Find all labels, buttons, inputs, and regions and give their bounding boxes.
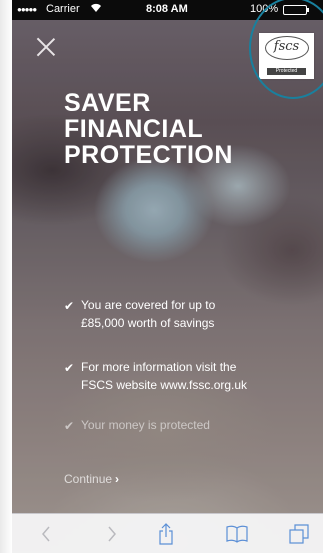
page-title: SAVER FINANCIAL PROTECTION — [64, 90, 314, 168]
share-icon[interactable] — [152, 520, 180, 548]
carrier-name: Carrier — [46, 3, 80, 15]
title-line-3: PROTECTION — [64, 141, 233, 169]
bullet-protected-line-1: Your money is protected — [81, 418, 210, 432]
continue-label: Continue — [64, 472, 113, 486]
checkmark-icon: ✔ — [64, 419, 75, 433]
bookmarks-icon[interactable] — [222, 520, 252, 548]
browser-toolbar — [12, 513, 323, 553]
forward-icon[interactable] — [98, 520, 126, 548]
title-line-2: FINANCIAL — [64, 115, 204, 143]
bullet-coverage-line-2: £85,000 worth of savings — [81, 316, 215, 330]
chevron-right-icon: › — [115, 472, 120, 486]
checkmark-icon: ✔ — [64, 299, 75, 313]
title-line-1: SAVER — [64, 89, 151, 117]
close-button[interactable] — [36, 37, 56, 57]
tabs-icon[interactable] — [284, 520, 314, 548]
status-time: 8:08 AM — [146, 3, 188, 15]
checkmark-icon: ✔ — [64, 361, 75, 375]
back-icon[interactable] — [32, 520, 60, 548]
wifi-icon — [90, 2, 102, 16]
device-frame-edge — [0, 0, 12, 553]
bullet-more-info-line-1: For more information visit the — [81, 360, 237, 374]
app-screen: ●●●●● Carrier 8:08 AM 100% fscs Protecte… — [12, 0, 323, 553]
continue-button[interactable]: Continue › — [64, 472, 119, 486]
bullet-more-info-line-2: FSCS website www.fssc.org.uk — [81, 378, 248, 392]
bullet-coverage-line-1: You are covered for up to — [81, 298, 216, 312]
signal-strength-icon: ●●●●● — [17, 5, 37, 14]
